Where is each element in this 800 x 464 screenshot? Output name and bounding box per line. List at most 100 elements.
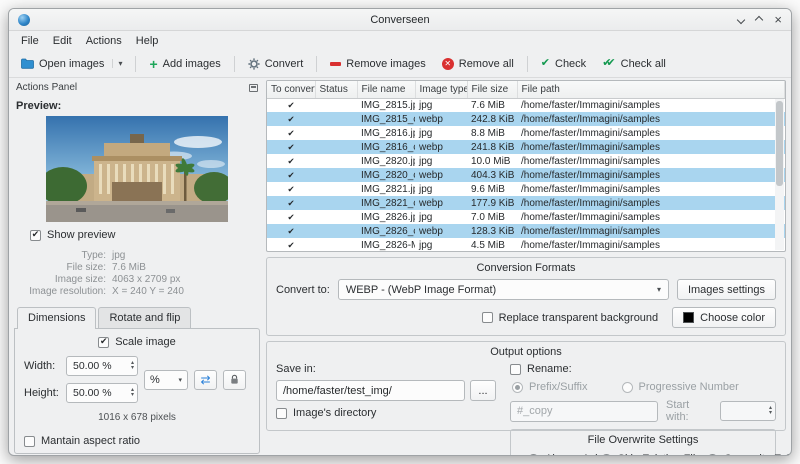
toolbar-separator	[135, 55, 137, 72]
lock-ratio-button[interactable]	[223, 369, 246, 390]
toolbar-separator	[316, 55, 318, 72]
table-scrollbar[interactable]	[775, 99, 784, 250]
remove-all-button[interactable]: ✕ Remove all	[435, 54, 521, 74]
row-convert-check[interactable]: ✔	[267, 140, 315, 154]
row-image-type: jpg	[419, 183, 433, 195]
tab-rotate-flip[interactable]: Rotate and flip	[98, 307, 192, 328]
row-file-path: /home/faster/Immagini/samples	[517, 196, 785, 210]
minimize-button[interactable]	[737, 14, 746, 26]
row-file-path: /home/faster/Immagini/samples	[521, 127, 660, 139]
tabbar: Dimensions Rotate and flip	[14, 307, 260, 329]
save-in-label: Save in:	[276, 363, 316, 375]
row-status	[315, 140, 357, 154]
menu-actions[interactable]: Actions	[79, 33, 129, 49]
row-file-name: IMG_2826-M...	[361, 239, 415, 251]
unit-select[interactable]: % ▾	[144, 369, 188, 390]
row-file-size: 242.8 KiB	[467, 112, 517, 126]
col-status[interactable]: Status	[315, 81, 358, 99]
start-with-spinner[interactable]: ▴ ▾	[719, 401, 776, 421]
folder-icon	[21, 58, 34, 69]
open-images-dropdown-arrow[interactable]: ▾	[112, 59, 122, 68]
swap-dimensions-button[interactable]: ⇄	[194, 369, 217, 390]
col-file-path[interactable]: File path	[517, 81, 785, 99]
format-select[interactable]: WEBP - (WebP Image Format) ▾	[337, 279, 669, 300]
table-row[interactable]: ✔ IMG_2816_co... webp 241.8 KiB /home/fa…	[267, 140, 785, 154]
menu-edit[interactable]: Edit	[46, 33, 79, 49]
prefix-suffix-radio[interactable]: Prefix/Suffix	[512, 381, 588, 393]
col-file-size[interactable]: File size	[467, 81, 518, 99]
chevron-down-icon: ▾	[656, 285, 661, 294]
show-preview-checkbox[interactable]: Show preview	[30, 229, 260, 241]
spinner-arrows[interactable]: ▴ ▾	[769, 403, 772, 419]
width-spinner[interactable]: 50.00 % ▴ ▾	[66, 356, 138, 376]
close-button[interactable]: ×	[774, 13, 782, 26]
col-to-convert[interactable]: To convert	[267, 81, 316, 99]
tab-dimensions[interactable]: Dimensions	[17, 307, 97, 329]
table-row[interactable]: ✔ IMG_2815_co... webp 242.8 KiB /home/fa…	[267, 112, 785, 126]
row-status	[315, 238, 357, 251]
convert-button[interactable]: Convert	[241, 54, 311, 74]
radio-button	[512, 381, 523, 393]
replace-transparent-checkbox[interactable]: Replace transparent background	[481, 312, 658, 324]
row-file-name: IMG_2826.jpg	[361, 211, 415, 223]
check-button[interactable]: ✔ Check	[534, 54, 593, 74]
check-all-button[interactable]: ✔✔ Check all	[595, 54, 673, 74]
table-row[interactable]: ✔ IMG_2826.jpg jpg 7.0 MiB /home/faster/…	[267, 210, 785, 224]
row-convert-check[interactable]: ✔	[267, 224, 315, 238]
table-row[interactable]: ✔ IMG_2815.jpg jpg 7.6 MiB /home/faster/…	[267, 98, 785, 112]
table-row[interactable]: ✔ IMG_2816.jpg jpg 8.8 MiB /home/faster/…	[267, 126, 785, 140]
row-image-type: webp	[415, 112, 467, 126]
table-row[interactable]: ✔ IMG_2820.jpg jpg 10.0 MiB /home/faster…	[267, 154, 785, 168]
col-image-type[interactable]: Image type	[415, 81, 468, 99]
table-row[interactable]: ✔ IMG_2820_co... webp 404.3 KiB /home/fa…	[267, 168, 785, 182]
undock-icon[interactable]	[249, 83, 258, 92]
spinner-arrows[interactable]: ▴ ▾	[131, 358, 134, 374]
rename-pattern-input[interactable]	[510, 400, 658, 422]
remove-all-icon: ✕	[441, 57, 454, 70]
plus-icon: +	[149, 55, 158, 72]
table-row[interactable]: ✔ IMG_2821_co... webp 177.9 KiB /home/fa…	[267, 196, 785, 210]
row-convert-check[interactable]: ✔	[267, 168, 315, 182]
checkbox-box	[481, 312, 493, 323]
add-images-button[interactable]: + Add images	[142, 54, 227, 74]
images-directory-checkbox[interactable]: Image's directory	[276, 407, 496, 419]
image-size-label: Image size:	[54, 274, 106, 285]
menu-file[interactable]: File	[14, 33, 46, 49]
images-settings-button[interactable]: Images settings	[676, 279, 776, 300]
preview-label: Preview:	[16, 100, 62, 112]
row-convert-check[interactable]: ✔	[267, 196, 315, 210]
spinner-arrows[interactable]: ▴ ▾	[131, 385, 134, 401]
row-convert-check[interactable]: ✔	[267, 126, 315, 140]
row-image-type: webp	[415, 140, 467, 154]
col-file-name[interactable]: File name	[357, 81, 416, 99]
save-path-input[interactable]	[276, 380, 465, 401]
progressive-number-radio[interactable]: Progressive Number	[621, 381, 739, 393]
menu-help[interactable]: Help	[129, 33, 166, 49]
row-convert-check[interactable]: ✔	[267, 238, 315, 251]
choose-color-button[interactable]: Choose color	[672, 307, 776, 328]
rename-checkbox[interactable]: Rename:	[510, 363, 776, 375]
row-file-path: /home/faster/Immagini/samples	[521, 155, 660, 167]
row-convert-check[interactable]: ✔	[267, 210, 315, 224]
scale-image-checkbox[interactable]: Scale image	[24, 336, 250, 348]
remove-images-button[interactable]: Remove images	[323, 54, 432, 74]
height-spinner[interactable]: 50.00 % ▴ ▾	[66, 383, 138, 403]
row-status	[315, 196, 357, 210]
row-convert-check[interactable]: ✔	[267, 154, 315, 168]
table-row[interactable]: ✔ IMG_2826-M... jpg 4.5 MiB /home/faster…	[267, 238, 785, 251]
start-with-label: Start with:	[666, 399, 690, 423]
checkbox-box	[30, 229, 41, 241]
table-row[interactable]: ✔ IMG_2821.jpg jpg 9.6 MiB /home/faster/…	[267, 182, 785, 196]
scrollbar-thumb[interactable]	[776, 101, 783, 186]
maximize-button[interactable]	[755, 14, 764, 26]
swap-icon: ⇄	[200, 372, 211, 387]
row-convert-check[interactable]: ✔	[267, 182, 315, 196]
browse-button[interactable]: ...	[470, 380, 496, 401]
row-convert-check[interactable]: ✔	[267, 112, 315, 126]
conversion-formats-group: Conversion Formats Convert to: WEBP - (W…	[266, 257, 786, 336]
open-images-button[interactable]: Open images ▾	[14, 54, 129, 74]
row-convert-check[interactable]: ✔	[267, 98, 315, 112]
row-image-type: jpg	[419, 99, 433, 111]
table-row[interactable]: ✔ IMG_2826_co... webp 128.3 KiB /home/fa…	[267, 224, 785, 238]
row-file-name: IMG_2821_co...	[357, 196, 415, 210]
